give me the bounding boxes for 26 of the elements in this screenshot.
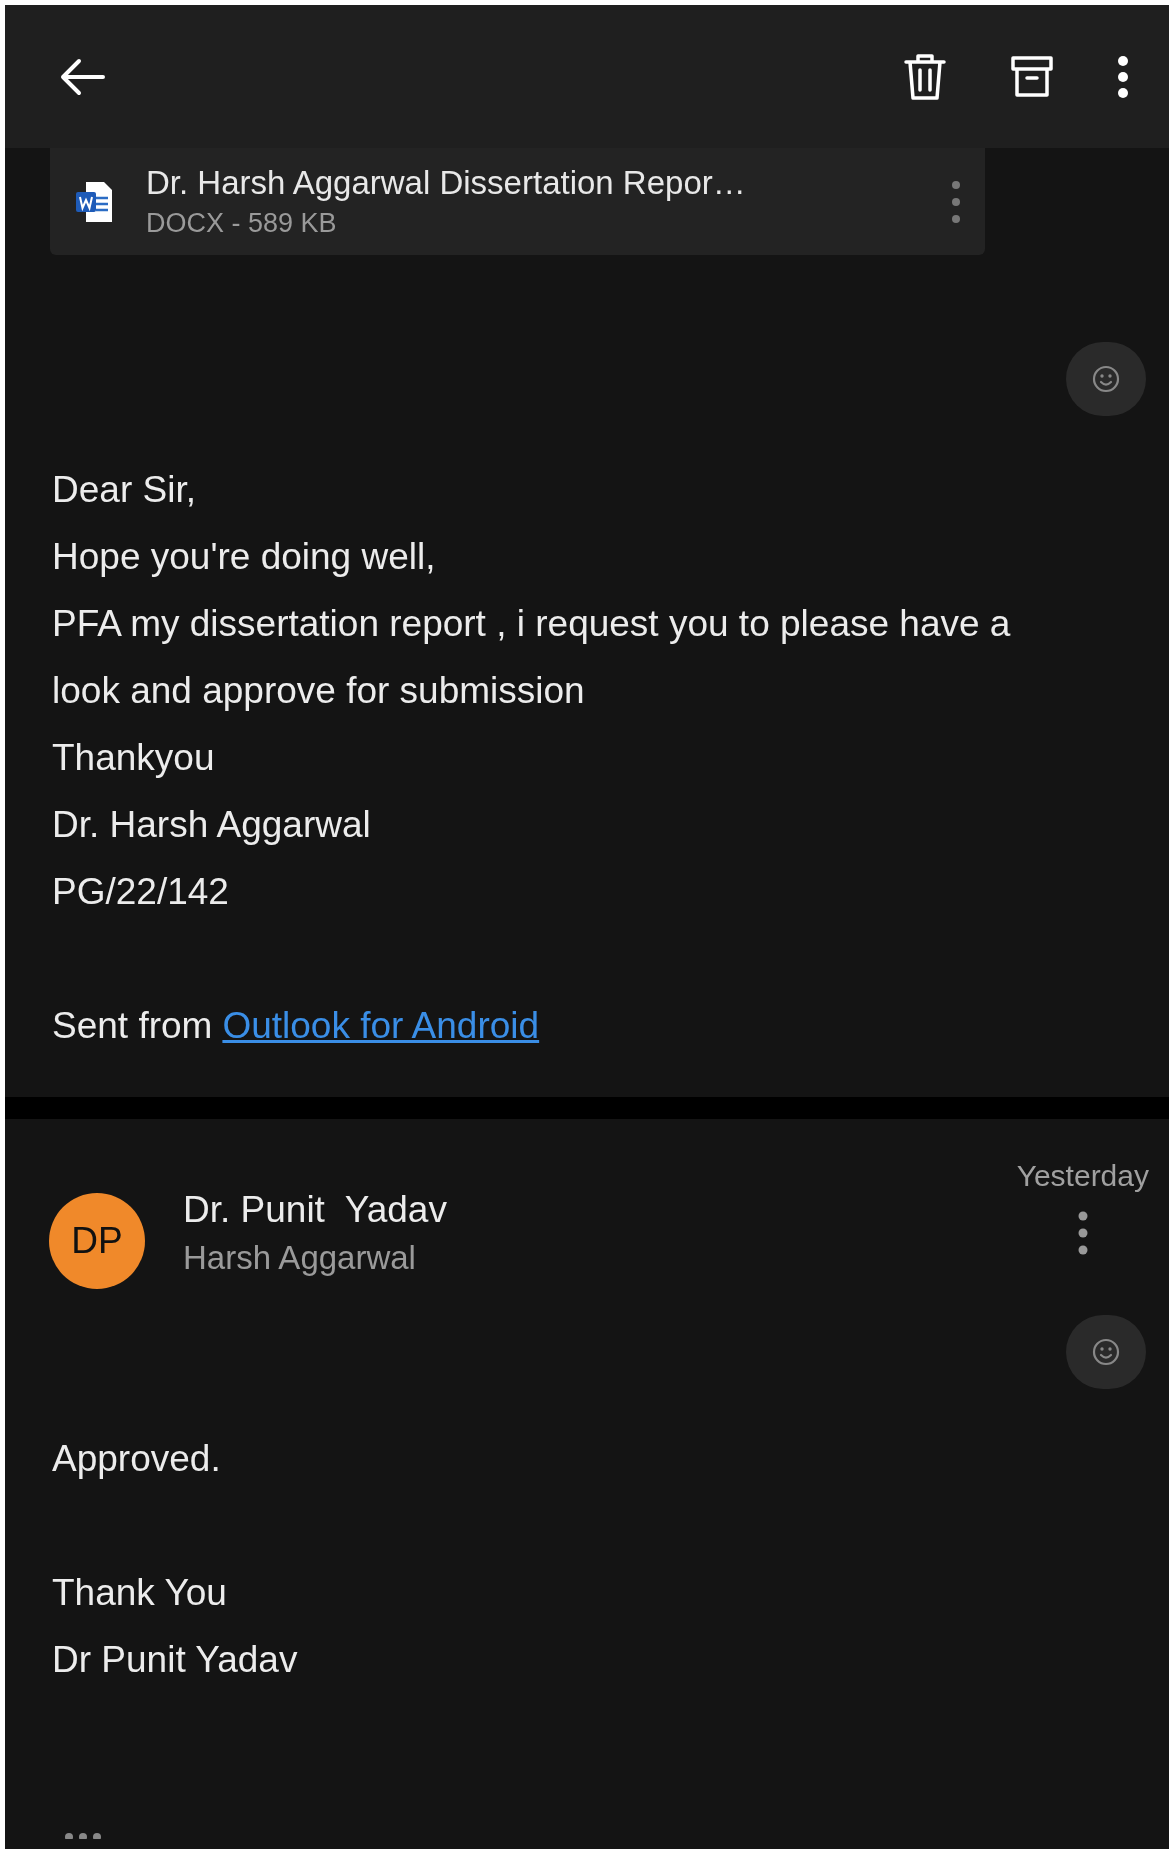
message-text: PG/22/142 [52, 870, 229, 914]
more-options-icon[interactable] [1077, 1211, 1088, 1255]
message-text: Dr Punit Yadav [52, 1638, 298, 1682]
trash-icon[interactable] [903, 51, 947, 102]
smiley-icon [1091, 364, 1121, 394]
attachment-card[interactable]: Dr. Harsh Aggarwal Dissertation Repor… DOCX - 589 KB [50, 148, 985, 255]
message-text: PFA my dissertation report , i request you to please have a look and approve for submission [52, 602, 1012, 713]
attachment-name: Dr. Harsh Aggarwal Dissertation Repor… [146, 164, 747, 202]
smiley-icon [1091, 1337, 1121, 1367]
document-icon [74, 179, 114, 224]
timestamp: Yesterday [1016, 1159, 1149, 1193]
message-text: Thankyou [52, 736, 215, 780]
attachment-size: DOCX - 589 KB [146, 208, 338, 239]
avatar: DP [49, 1193, 145, 1289]
message-text: Dr. Harsh Aggarwal [52, 803, 371, 847]
recipient-name: Harsh Aggarwal [183, 1239, 417, 1277]
message-text: Hope you're doing well, [52, 535, 436, 579]
message-text: Dear Sir, [52, 468, 196, 512]
outlook-link[interactable]: Outlook for Android [222, 992, 540, 1059]
message-text: Thank You [52, 1571, 227, 1615]
message-text: Sent from [52, 1004, 213, 1048]
archive-icon[interactable] [1009, 53, 1055, 100]
more-content-icon[interactable] [63, 1831, 103, 1839]
sender-name: Dr. Punit Yadav [183, 1189, 448, 1231]
more-options-icon[interactable] [1117, 54, 1129, 99]
message-text: Approved. [52, 1437, 221, 1481]
